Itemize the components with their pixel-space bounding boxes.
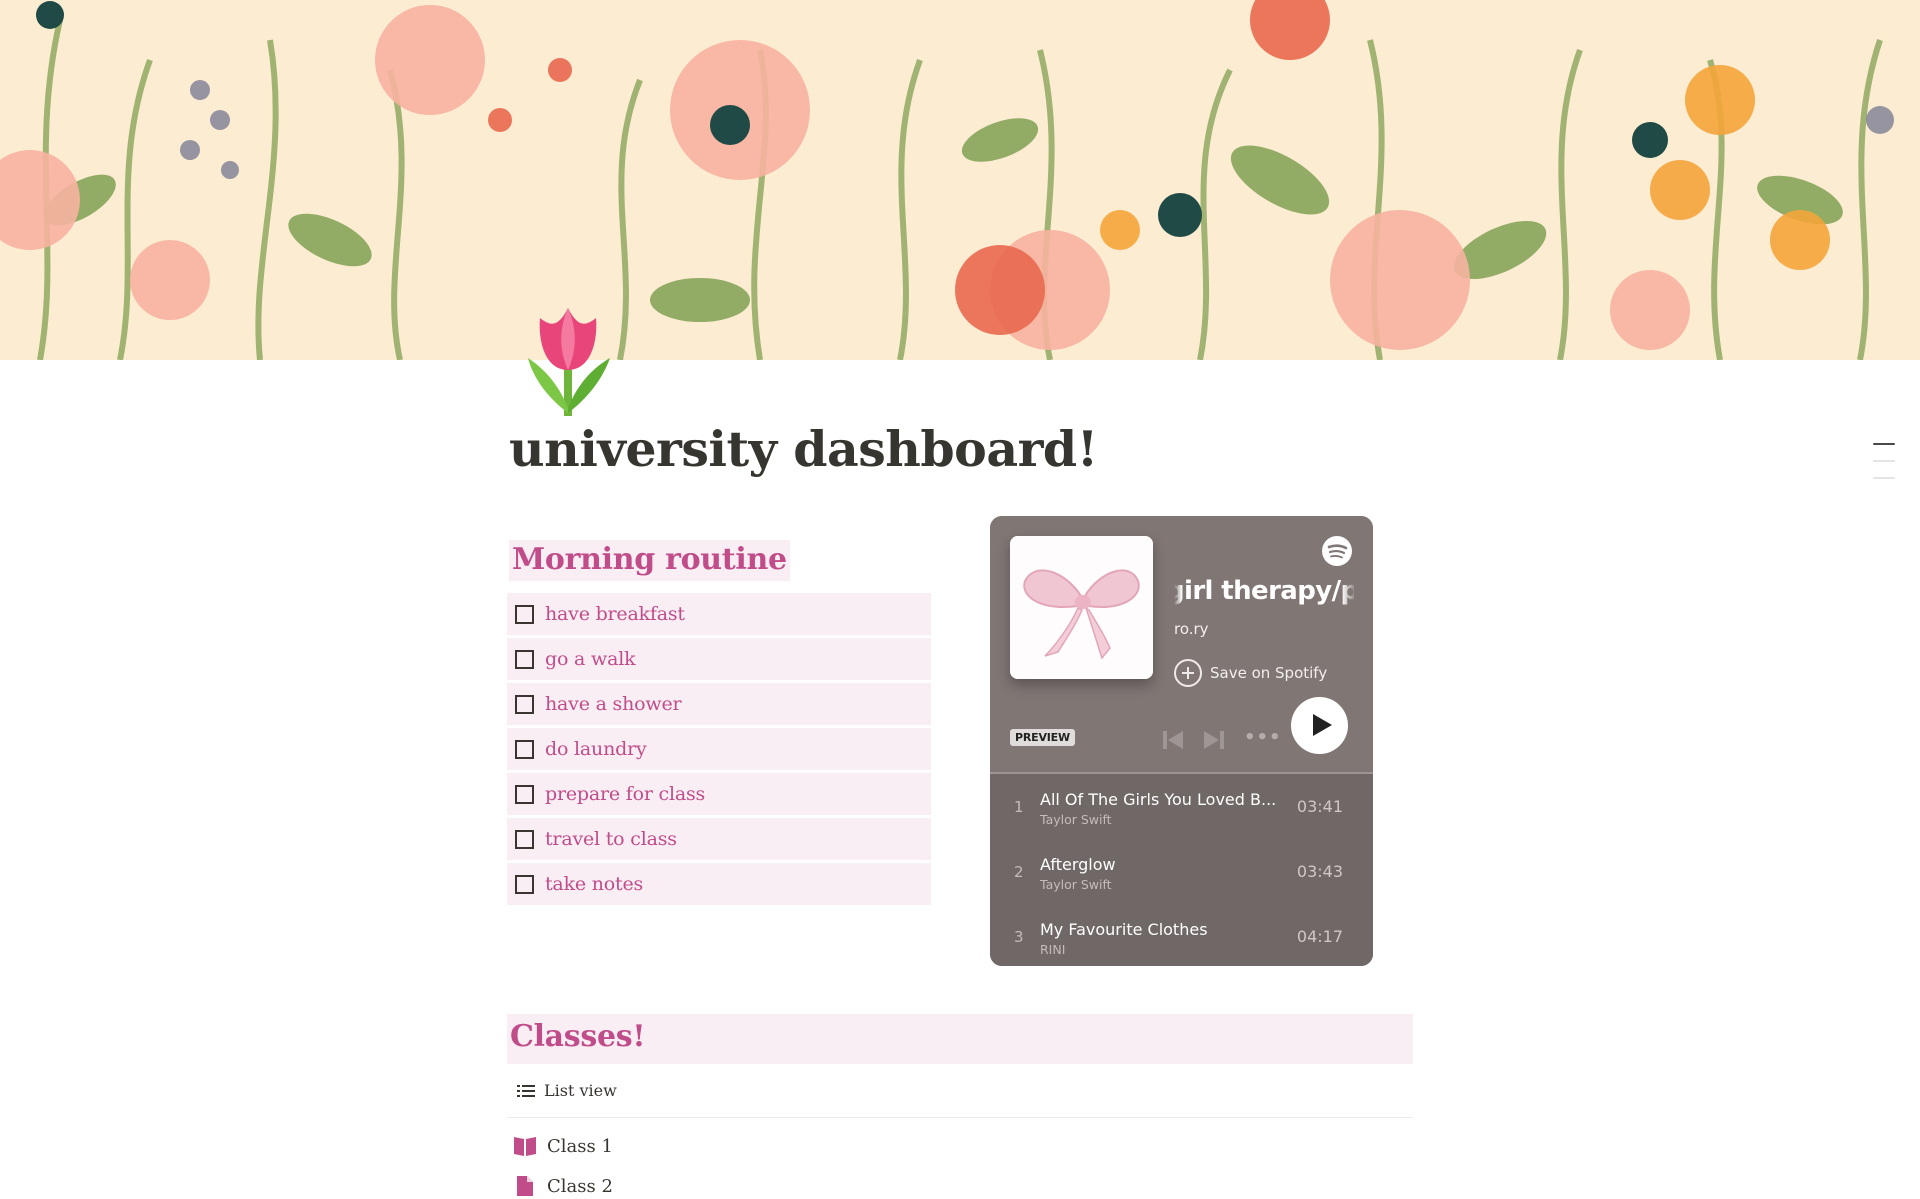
checkbox[interactable] — [515, 649, 534, 669]
morning-routine-heading: Morning routine — [509, 540, 790, 581]
classes-section: Classes! List view Class 1 Class 2 — [507, 1014, 1413, 1199]
toc-item[interactable] — [1873, 460, 1895, 462]
track-row[interactable]: 3 My Favourite Clothes RINI 04:17 — [990, 904, 1373, 964]
spotify-logo-icon[interactable] — [1322, 536, 1352, 566]
track-list: 1 All Of The Girls You Loved B... Taylor… — [990, 774, 1373, 966]
view-tab-list[interactable]: List view — [544, 1081, 617, 1100]
checkbox[interactable] — [515, 739, 534, 759]
play-button[interactable] — [1291, 697, 1348, 754]
list-item[interactable]: Class 2 — [507, 1166, 1413, 1199]
todo-label[interactable]: have breakfast — [545, 603, 685, 625]
bow-artwork — [1010, 536, 1153, 679]
skip-next-icon — [1204, 731, 1224, 749]
todo-item: have breakfast — [507, 593, 931, 635]
track-duration: 04:17 — [1296, 927, 1343, 946]
skip-previous-button[interactable] — [1163, 731, 1183, 753]
list-item-title: Class 1 — [547, 1135, 613, 1157]
toc-item[interactable] — [1873, 443, 1895, 445]
view-tab-bar: List view — [507, 1064, 1413, 1118]
todo-item: travel to class — [507, 818, 931, 860]
todo-label[interactable]: go a walk — [545, 648, 636, 670]
track-row[interactable]: 1 All Of The Girls You Loved B... Taylor… — [990, 774, 1373, 834]
todo-item: go a walk — [507, 638, 931, 680]
track-artist: Taylor Swift — [1040, 877, 1112, 892]
checkbox[interactable] — [515, 784, 534, 804]
track-duration: 03:43 — [1296, 862, 1343, 881]
track-name: All Of The Girls You Loved B... — [1040, 790, 1277, 809]
todo-label[interactable]: take notes — [545, 873, 643, 895]
list-view-icon — [517, 1084, 535, 1098]
track-name: My Favourite Clothes — [1040, 920, 1208, 939]
plus-circle-icon — [1174, 659, 1202, 687]
checkbox[interactable] — [515, 694, 534, 714]
checkbox[interactable] — [515, 604, 534, 624]
title-fade — [1174, 574, 1182, 610]
skip-next-button[interactable] — [1204, 731, 1224, 753]
classes-heading: Classes! — [507, 1014, 1413, 1064]
list-item-title: Class 2 — [547, 1175, 613, 1197]
todo-item: do laundry — [507, 728, 931, 770]
skip-previous-icon — [1163, 731, 1183, 749]
todo-item: have a shower — [507, 683, 931, 725]
playlist-cover[interactable] — [1010, 536, 1153, 679]
more-options-button[interactable]: ••• — [1244, 727, 1282, 748]
todo-list: have breakfast go a walk have a shower d… — [507, 593, 931, 905]
track-number: 2 — [1014, 863, 1024, 881]
track-row[interactable]: 2 Afterglow Taylor Swift 03:43 — [990, 839, 1373, 899]
checkbox[interactable] — [515, 874, 534, 894]
title-fade — [1342, 574, 1356, 610]
checkbox[interactable] — [515, 829, 534, 849]
playlist-title-text: girl therapy/pink — [1174, 576, 1354, 606]
track-artist: RINI — [1040, 942, 1066, 957]
todo-label[interactable]: prepare for class — [545, 783, 705, 805]
playlist-title[interactable]: girl therapy/pink — [1174, 576, 1354, 606]
todo-label[interactable]: do laundry — [545, 738, 647, 760]
table-of-contents[interactable] — [1873, 443, 1895, 494]
cover-floral-illustration — [0, 0, 1920, 360]
track-artist: Taylor Swift — [1040, 812, 1112, 827]
spotify-embed: girl therapy/pink ro.ry Save on Spotify … — [990, 516, 1373, 966]
todo-label[interactable]: travel to class — [545, 828, 677, 850]
tulip-icon[interactable] — [518, 298, 618, 418]
preview-badge: PREVIEW — [1010, 729, 1075, 746]
book-icon — [513, 1135, 537, 1157]
playlist-owner[interactable]: ro.ry — [1174, 620, 1209, 638]
save-label: Save on Spotify — [1210, 664, 1328, 682]
track-name: Afterglow — [1040, 855, 1116, 874]
page-icon — [513, 1175, 537, 1197]
track-duration: 03:41 — [1296, 797, 1343, 816]
track-number: 3 — [1014, 928, 1024, 946]
list-item[interactable]: Class 1 — [507, 1126, 1413, 1166]
page-cover — [0, 0, 1920, 360]
save-on-spotify-button[interactable]: Save on Spotify — [1174, 659, 1327, 687]
track-number: 1 — [1014, 798, 1024, 816]
toc-item[interactable] — [1873, 477, 1895, 479]
morning-routine-section: Morning routine have breakfast go a walk… — [507, 540, 931, 908]
page-title[interactable]: university dashboard! — [509, 420, 1098, 478]
todo-item: take notes — [507, 863, 931, 905]
todo-label[interactable]: have a shower — [545, 693, 682, 715]
todo-item: prepare for class — [507, 773, 931, 815]
